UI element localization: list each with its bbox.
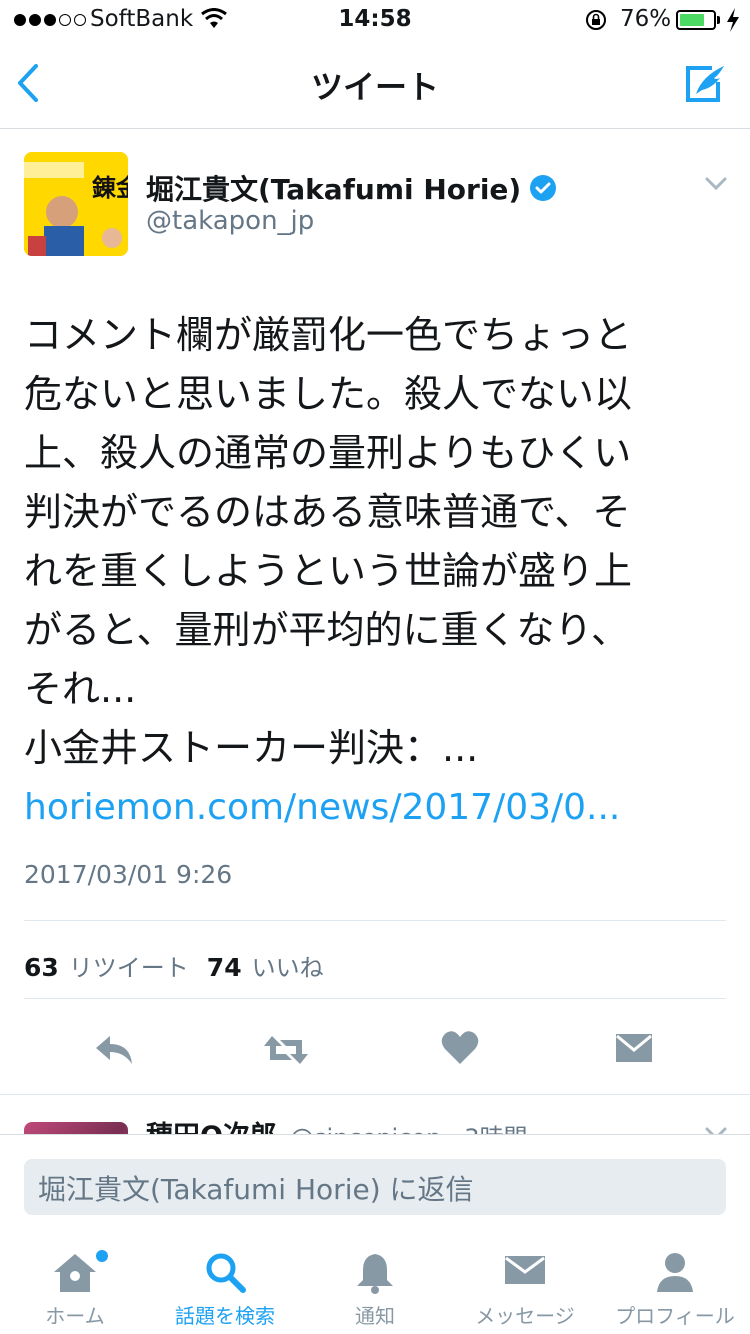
retweet-count[interactable]: 63 [24, 953, 59, 982]
tweet-line: それ... [24, 667, 137, 711]
battery-percent: 76% [620, 6, 672, 32]
tab-profile-label: プロフィール [615, 1304, 735, 1328]
compose-tweet-icon[interactable] [682, 62, 728, 106]
divider [24, 920, 726, 921]
next-tweet-preview[interactable]: 穂田Q次郎 @sincenicon · 3時間 [0, 1098, 750, 1134]
home-notification-dot [96, 1250, 108, 1262]
tab-profile[interactable]: プロフィール [600, 1234, 750, 1334]
book-cover-image: 錬金 [24, 152, 128, 256]
chevron-down-icon[interactable] [704, 1126, 728, 1134]
tweet-line: コメント欄が厳罰化一色でちょっと [24, 313, 633, 357]
chevron-down-icon[interactable] [704, 176, 728, 192]
author-avatar[interactable]: 錬金 [24, 152, 128, 256]
person-icon [657, 1253, 693, 1292]
tab-notifications[interactable]: 通知 [300, 1234, 450, 1334]
tweet-line: 上、殺人の通常の量刑よりもひくい [24, 431, 632, 475]
battery-level-fill [680, 14, 705, 26]
search-icon [206, 1253, 246, 1293]
tab-messages[interactable]: メッセージ [450, 1234, 600, 1334]
tweet-timestamp: 2017/03/01 9:26 [24, 860, 233, 889]
home-icon [54, 1254, 96, 1292]
tweet-line: れを重くしようという世論が盛り上 [24, 549, 633, 593]
battery-tip [717, 16, 720, 24]
next-tweet-author-name: 穂田Q次郎 [146, 1114, 277, 1134]
tab-search[interactable]: 話題を検索 [150, 1234, 300, 1334]
divider [24, 998, 726, 999]
next-tweet-meta: @sincenicon · 3時間 [290, 1118, 527, 1134]
next-tweet-avatar[interactable] [24, 1122, 128, 1134]
tab-home-label: ホーム [45, 1304, 105, 1328]
status-bar: SoftBank 14:58 76% [0, 0, 750, 40]
like-count-label[interactable]: いいね [252, 948, 324, 983]
tab-search-label: 話題を検索 [175, 1304, 275, 1328]
navigation-bar: ツイート [0, 40, 750, 129]
tweet-stats: 63 リツイート 74 いいね [24, 948, 332, 983]
author-name-row[interactable]: 堀江貴文(Takafumi Horie) [146, 168, 557, 208]
bell-icon [357, 1254, 393, 1294]
direct-message-icon[interactable] [614, 1028, 654, 1068]
verified-badge-icon [530, 175, 557, 201]
tweet-line: 危ないと思いました。殺人でない以 [24, 372, 633, 416]
tab-messages-label: メッセージ [475, 1304, 575, 1328]
author-handle[interactable]: @takapon_jp [146, 206, 314, 236]
tab-bar: ホーム 話題を検索 通知 メッセージ プロフィール [0, 1234, 750, 1334]
charging-bolt-icon [727, 8, 739, 32]
reply-icon[interactable] [92, 1028, 136, 1072]
tab-home[interactable]: ホーム [0, 1234, 150, 1334]
divider [0, 1094, 750, 1095]
retweet-count-label[interactable]: リツイート [69, 948, 189, 983]
reply-input[interactable]: 堀江貴文(Takafumi Horie) に返信 [24, 1159, 726, 1215]
page-title: ツイート [310, 68, 439, 106]
reply-bar: 堀江貴文(Takafumi Horie) に返信 [0, 1134, 750, 1235]
tweet-actions [0, 1028, 750, 1078]
tweet-line: 判決がでるのはある意味普通で、そ [24, 490, 631, 534]
envelope-icon [505, 1256, 545, 1284]
rotation-lock-icon [586, 10, 606, 30]
tweet-link[interactable]: horiemon.com/news/2017/03/0... [24, 778, 724, 837]
tweet-line: がると、量刑が平均的に重くなり、 [24, 608, 629, 652]
like-heart-icon[interactable] [440, 1028, 480, 1068]
avatar-cover-title: 錬金 [92, 174, 128, 202]
tab-notifications-label: 通知 [355, 1304, 395, 1328]
author-display-name[interactable]: 堀江貴文(Takafumi Horie) [146, 168, 521, 208]
tweet-line: 小金井ストーカー判決：... [24, 726, 479, 770]
battery-icon [676, 10, 716, 30]
tweet-text: コメント欄が厳罰化一色でちょっと 危ないと思いました。殺人でない以 上、殺人の通… [24, 306, 724, 837]
retweet-icon[interactable] [262, 1028, 310, 1072]
like-count[interactable]: 74 [207, 953, 242, 982]
